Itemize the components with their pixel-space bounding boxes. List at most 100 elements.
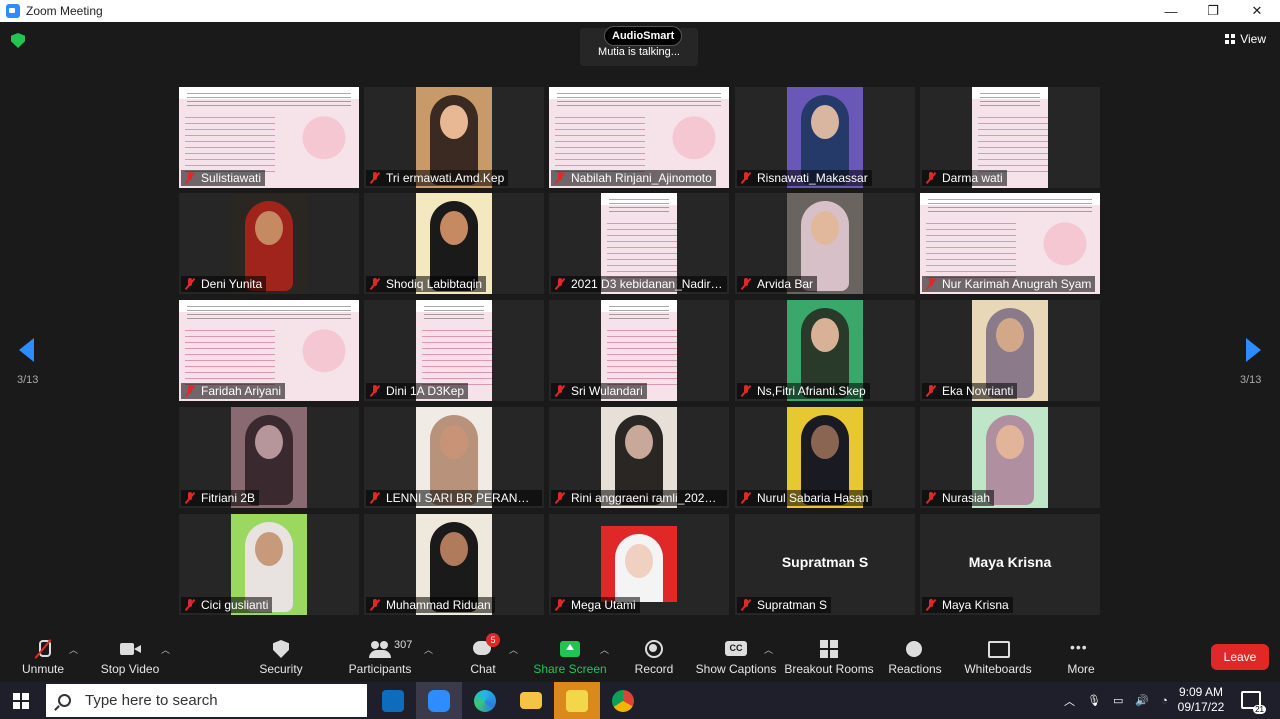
- speaker-icon[interactable]: 🔊: [1135, 694, 1149, 707]
- participant-name-label: Fitriani 2B: [181, 490, 260, 506]
- wifi-icon[interactable]: ◔: [1161, 695, 1168, 707]
- chat-options-caret-icon[interactable]: ︿: [509, 643, 518, 656]
- participant-name-label: Dini 1A D3Kep: [366, 383, 469, 399]
- restore-button[interactable]: ❐: [1190, 0, 1236, 22]
- reactions-button[interactable]: Reactions: [888, 634, 942, 682]
- view-button[interactable]: View: [1225, 32, 1266, 46]
- show-hidden-icons-chevron-icon[interactable]: ︿: [1064, 693, 1075, 709]
- participant-name-label: Arvida Bar: [737, 276, 818, 292]
- audiosmart-badge[interactable]: AudioSmart: [604, 26, 683, 46]
- record-icon: [643, 639, 665, 659]
- participant-tile[interactable]: Fitriani 2B: [179, 407, 359, 508]
- more-button[interactable]: More: [1064, 634, 1098, 682]
- participant-tile[interactable]: LENNI SARI BR PERANGIN ...: [364, 407, 544, 508]
- participant-tile[interactable]: Maya Krisna Maya Krisna: [920, 514, 1100, 615]
- participant-tile[interactable]: Deni Yunita: [179, 193, 359, 294]
- taskbar-search-box[interactable]: Type here to search: [46, 684, 367, 717]
- muted-mic-icon: [185, 172, 195, 184]
- participant-name-label: Nurul Sabaria Hasan: [737, 490, 873, 506]
- security-button[interactable]: Security: [256, 634, 306, 682]
- stop-video-button[interactable]: Stop Video: [98, 634, 162, 682]
- muted-mic-icon: [741, 599, 751, 611]
- participant-name-label: 2021 D3 kebidanan_Nadira...: [551, 276, 727, 292]
- participant-tile[interactable]: Rini anggraeni ramli_20210...: [549, 407, 729, 508]
- video-options-caret-icon[interactable]: ︿: [161, 643, 170, 656]
- participant-tile[interactable]: Sri Wulandari: [549, 300, 729, 401]
- participant-name-label: Supratman S: [737, 597, 832, 613]
- edge-icon[interactable]: [462, 682, 508, 719]
- participant-tile[interactable]: Ns,Fitri Afrianti.Skep: [735, 300, 915, 401]
- chat-bubble-icon: 5: [472, 633, 500, 659]
- participant-name-label: Sulistiawati: [181, 170, 266, 186]
- share-screen-button[interactable]: Share Screen: [533, 634, 607, 682]
- file-explorer-icon[interactable]: [508, 682, 554, 719]
- share-options-caret-icon[interactable]: ︿: [600, 643, 609, 656]
- participant-name-label: Mega Utami: [551, 597, 640, 613]
- zoom-icon[interactable]: [416, 682, 462, 719]
- participant-name-label: Maya Krisna: [922, 597, 1013, 613]
- chat-unread-badge: 5: [486, 633, 500, 647]
- participant-tile[interactable]: Dini 1A D3Kep: [364, 300, 544, 401]
- record-button[interactable]: Record: [632, 634, 676, 682]
- breakout-rooms-button[interactable]: Breakout Rooms: [784, 634, 874, 682]
- audio-options-caret-icon[interactable]: ︿: [69, 643, 78, 656]
- participant-tile[interactable]: Nabilah Rinjani_Ajinomoto: [549, 87, 729, 188]
- participant-name-label: Faridah Ariyani: [181, 383, 286, 399]
- participant-tile[interactable]: Shodiq Labibtaqin: [364, 193, 544, 294]
- sticky-notes-icon[interactable]: [554, 682, 600, 719]
- closed-captions-icon: [725, 639, 747, 659]
- chrome-icon[interactable]: [600, 682, 646, 719]
- participant-name-label: Nurasiah: [922, 490, 995, 506]
- participant-name-label: Cici guslianti: [181, 597, 273, 613]
- participant-tile[interactable]: Arvida Bar: [735, 193, 915, 294]
- participant-tile[interactable]: Nurul Sabaria Hasan: [735, 407, 915, 508]
- notification-center-icon[interactable]: 21: [1241, 691, 1266, 714]
- participants-options-caret-icon[interactable]: ︿: [424, 643, 433, 656]
- clock-time: 9:09 AM: [1178, 685, 1224, 699]
- captions-options-caret-icon[interactable]: ︿: [764, 643, 773, 656]
- muted-mic-icon: [370, 278, 380, 290]
- participant-name-label: Eka Novrianti: [922, 383, 1018, 399]
- clock-date: 09/17/22: [1177, 700, 1225, 714]
- muted-mic-icon: [555, 492, 565, 504]
- chat-button[interactable]: 5 Chat: [463, 633, 503, 682]
- participant-tile[interactable]: Faridah Ariyani: [179, 300, 359, 401]
- minimize-button[interactable]: —: [1148, 0, 1194, 22]
- leave-button[interactable]: Leave: [1211, 644, 1269, 670]
- previous-page-arrow-icon[interactable]: [19, 338, 34, 362]
- participant-tile[interactable]: Mega Utami: [549, 514, 729, 615]
- participant-tile[interactable]: 2021 D3 kebidanan_Nadira...: [549, 193, 729, 294]
- participant-name-label: Deni Yunita: [181, 276, 267, 292]
- page-indicator-left: 3/13: [17, 374, 39, 386]
- muted-mic-icon: [370, 385, 380, 397]
- show-captions-button[interactable]: Show Captions: [696, 634, 776, 682]
- microphone-icon[interactable]: 🎙: [1087, 694, 1101, 707]
- close-button[interactable]: ✕: [1234, 0, 1280, 22]
- participant-tile[interactable]: Muhammad Riduan: [364, 514, 544, 615]
- muted-mic-icon: [370, 599, 380, 611]
- participant-tile[interactable]: Nur Karimah Anugrah Syam: [920, 193, 1100, 294]
- windows-start-icon[interactable]: [13, 693, 29, 709]
- encryption-shield-icon[interactable]: [11, 33, 25, 48]
- outlook-icon[interactable]: [370, 682, 416, 719]
- muted-mic-icon: [185, 278, 195, 290]
- muted-mic-icon: [741, 172, 751, 184]
- participant-tile[interactable]: Darma wati: [920, 87, 1100, 188]
- participant-name-label: Rini anggraeni ramli_20210...: [551, 490, 727, 506]
- next-page-arrow-icon[interactable]: [1246, 338, 1261, 362]
- whiteboards-button[interactable]: Whiteboards: [964, 634, 1032, 682]
- participant-tile[interactable]: Supratman S Supratman S: [735, 514, 915, 615]
- participant-tile[interactable]: Risnawati_Makassar: [735, 87, 915, 188]
- unmute-button[interactable]: Unmute: [18, 634, 68, 682]
- participant-tile[interactable]: Cici guslianti: [179, 514, 359, 615]
- muted-mic-icon: [926, 492, 936, 504]
- participant-name-label: Tri ermawati.Amd.Kep: [366, 170, 509, 186]
- taskbar-clock[interactable]: 9:09 AM 09/17/22: [1172, 685, 1230, 715]
- participant-tile[interactable]: Nurasiah: [920, 407, 1100, 508]
- battery-icon[interactable]: ▭: [1113, 694, 1123, 707]
- participant-tile[interactable]: Tri ermawati.Amd.Kep: [364, 87, 544, 188]
- muted-mic-icon: [926, 599, 936, 611]
- participants-count: 307: [394, 639, 413, 651]
- participant-tile[interactable]: Eka Novrianti: [920, 300, 1100, 401]
- participant-tile[interactable]: Sulistiawati: [179, 87, 359, 188]
